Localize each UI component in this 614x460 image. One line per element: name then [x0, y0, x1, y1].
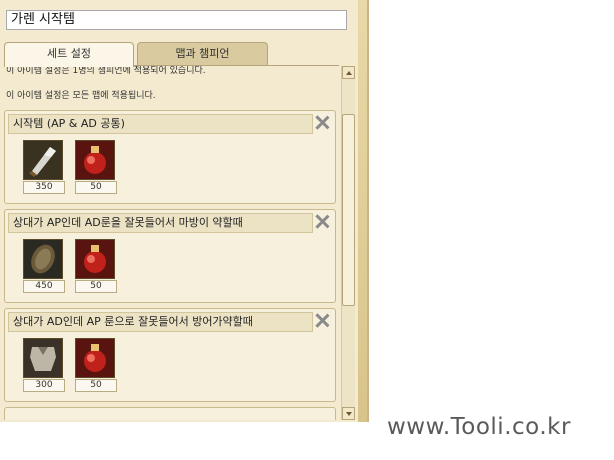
item-block-1: 시작템 (AP & AD 공통) 350 50 [4, 110, 336, 204]
item-slot-health-potion[interactable]: 50 [75, 239, 117, 293]
item-cost: 50 [75, 181, 117, 194]
set-list: 이 아이템 설정은 1명의 챔피언에 적용되어 있습니다. 이 아이템 설정은 … [4, 65, 339, 420]
tab-map-and-champion[interactable]: 맵과 챔피언 [137, 42, 268, 66]
item-set-panel: 가렌 시작템 세트 설정 맵과 챔피언 이 아이템 설정은 1명의 챔피언에 적… [0, 0, 369, 422]
close-icon[interactable] [314, 114, 330, 130]
item-cost: 50 [75, 379, 117, 392]
tab-set-settings[interactable]: 세트 설정 [4, 42, 134, 67]
item-cost: 50 [75, 280, 117, 293]
close-icon[interactable] [314, 213, 330, 229]
scroll-down-arrow-icon[interactable] [342, 407, 355, 420]
item-block-3: 상대가 AD인데 AP 룬으로 잘못들어서 방어가약할때 300 50 [4, 308, 336, 402]
item-slot-health-potion[interactable]: 50 [75, 140, 117, 194]
health-potion-icon [75, 338, 115, 378]
item-block-name[interactable]: 상대가 AD인데 AP 룬으로 잘못들어서 방어가약할때 [8, 312, 313, 332]
scroll-up-arrow-icon[interactable] [342, 66, 355, 79]
item-slot-cloth-armor[interactable]: 300 [23, 338, 65, 392]
set-title-input[interactable]: 가렌 시작템 [6, 10, 347, 30]
item-slot-long-sword[interactable]: 350 [23, 140, 65, 194]
health-potion-icon [75, 140, 115, 180]
map-notice-text: 이 아이템 설정은 모든 맵에 적용됩니다. [6, 91, 156, 101]
item-cost: 350 [23, 181, 65, 194]
item-block-name[interactable]: 상대가 AP인데 AD룬을 잘못들어서 마방이 약할때 [8, 213, 313, 233]
watermark: www.Tooli.co.kr [387, 414, 571, 440]
item-block-2: 상대가 AP인데 AD룬을 잘못들어서 마방이 약할때 450 50 [4, 209, 336, 303]
item-slot-null-magic-mantle[interactable]: 450 [23, 239, 65, 293]
panel-border [358, 0, 367, 422]
null-magic-mantle-icon [23, 239, 63, 279]
scrollbar[interactable] [341, 66, 355, 420]
item-cost: 300 [23, 379, 65, 392]
item-cost: 450 [23, 280, 65, 293]
long-sword-icon [23, 140, 63, 180]
cloth-armor-icon [23, 338, 63, 378]
scroll-thumb[interactable] [342, 114, 355, 306]
item-slot-health-potion[interactable]: 50 [75, 338, 117, 392]
health-potion-icon [75, 239, 115, 279]
item-block-name[interactable]: 시작템 (AP & AD 공통) [8, 114, 313, 134]
close-icon[interactable] [314, 312, 330, 328]
item-block-partial [4, 407, 336, 420]
